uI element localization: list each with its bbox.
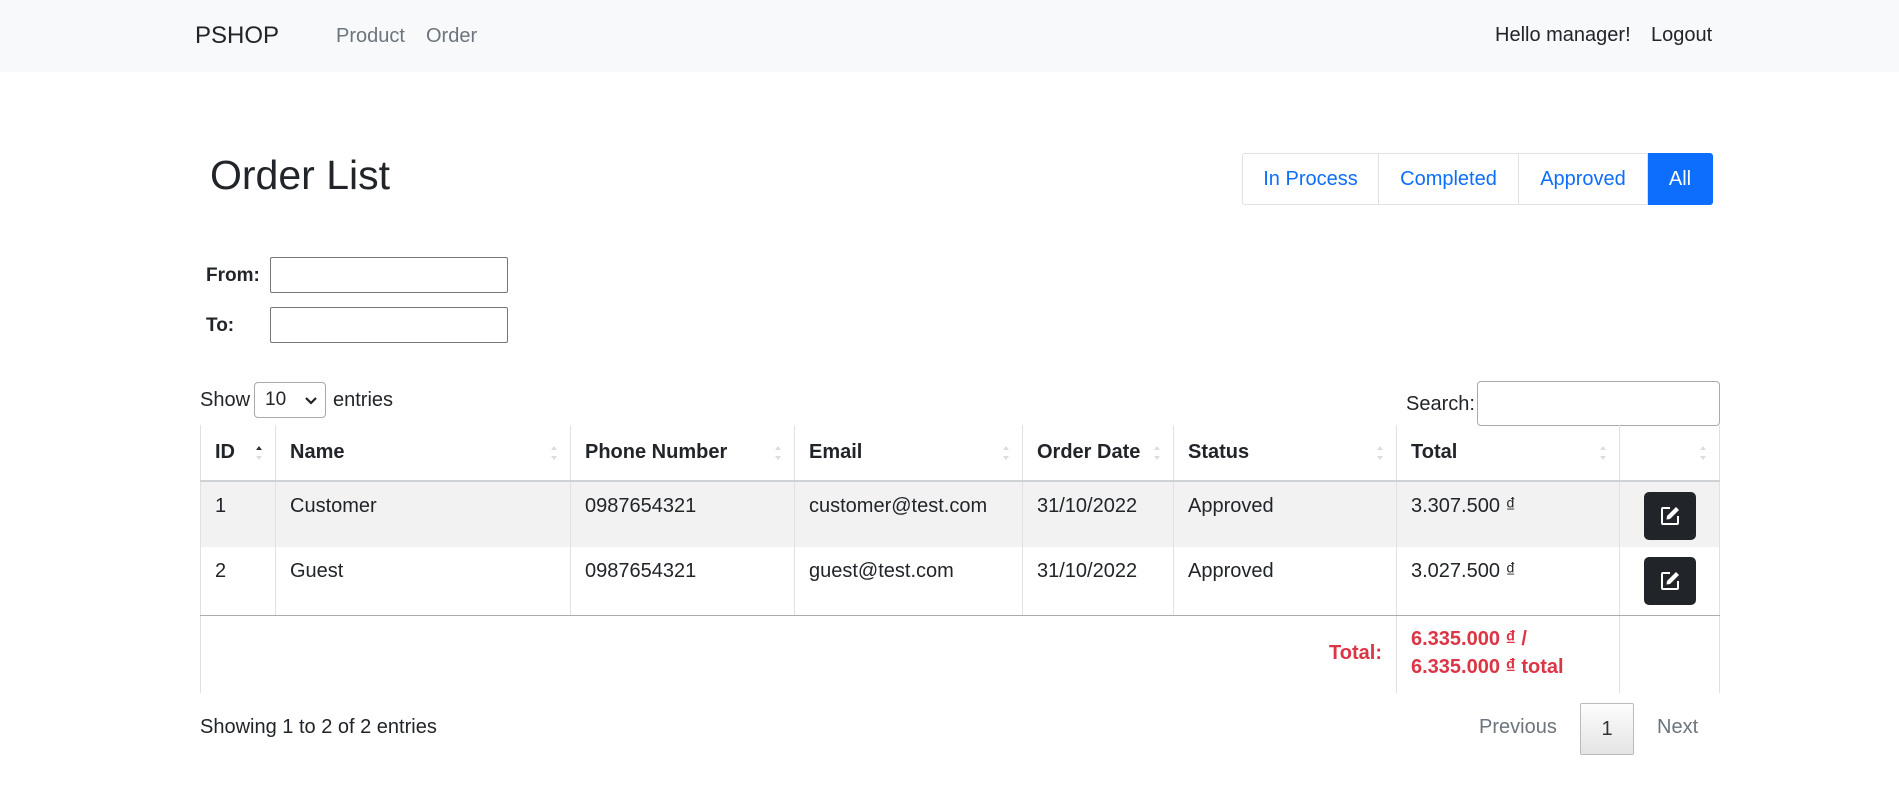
nav-link-product[interactable]: Product	[336, 25, 405, 48]
footer-total-line1: 6.335.000 ₫ /	[1411, 627, 1527, 650]
entries-label: entries	[333, 389, 394, 411]
cell-actions	[1619, 481, 1720, 547]
pagination-page-1[interactable]: 1	[1580, 703, 1634, 755]
page-length-value: 10	[265, 389, 287, 410]
brand-logo[interactable]: PSHOP	[195, 22, 279, 50]
sort-icon	[1600, 446, 1606, 460]
nav-link-order[interactable]: Order	[426, 25, 477, 48]
sort-asc-icon	[256, 446, 262, 460]
column-header-label: Phone Number	[585, 441, 728, 463]
status-filter-group: In Process Completed Approved All	[1242, 153, 1713, 205]
filter-in-process-button[interactable]: In Process	[1242, 153, 1379, 205]
cell-status: Approved	[1173, 481, 1397, 547]
column-header-actions[interactable]	[1619, 425, 1720, 482]
cell-status: Approved	[1173, 547, 1397, 616]
cell-id: 1	[200, 481, 276, 547]
date-from-input[interactable]	[270, 257, 508, 293]
filter-approved-button[interactable]: Approved	[1519, 153, 1648, 205]
cell-name: Customer	[275, 481, 571, 547]
table-row: 1 Customer 0987654321 customer@test.com …	[200, 481, 1720, 547]
table-info: Showing 1 to 2 of 2 entries	[200, 716, 437, 738]
cell-actions	[1619, 547, 1720, 616]
cell-total: 3.027.500 ₫	[1396, 547, 1620, 616]
filter-completed-button[interactable]: Completed	[1379, 153, 1519, 205]
cell-order-date: 31/10/2022	[1022, 547, 1174, 616]
column-header-label: Status	[1188, 441, 1250, 463]
date-from-label: From:	[206, 265, 260, 286]
sort-icon	[775, 446, 781, 460]
edit-icon	[1660, 572, 1679, 590]
orders-table: ID Name Phone Number Email Order Date St…	[200, 425, 1720, 693]
column-header-label: Order Date	[1037, 441, 1141, 463]
show-label: Show	[200, 389, 251, 411]
cell-order-date: 31/10/2022	[1022, 481, 1174, 547]
column-header-order-date[interactable]: Order Date	[1022, 425, 1174, 482]
sort-icon	[1154, 446, 1160, 460]
sort-icon	[551, 446, 557, 460]
sort-icon	[1003, 446, 1009, 460]
date-to-label: To:	[206, 315, 235, 336]
greeting-text: Hello manager!	[1495, 24, 1631, 46]
sort-icon	[1377, 446, 1383, 460]
column-header-phone[interactable]: Phone Number	[570, 425, 795, 482]
column-header-label: Name	[290, 441, 345, 463]
pagination-next[interactable]: Next	[1657, 716, 1698, 739]
sort-icon	[1700, 446, 1706, 460]
footer-empty-cell	[1619, 615, 1720, 693]
search-input[interactable]	[1477, 381, 1720, 426]
page-title: Order List	[210, 152, 390, 198]
edit-order-button[interactable]	[1643, 492, 1696, 540]
column-header-name[interactable]: Name	[275, 425, 571, 482]
cell-phone: 0987654321	[570, 481, 795, 547]
footer-total-label: Total:	[200, 615, 1397, 693]
date-to-input[interactable]	[270, 307, 508, 343]
cell-email: guest@test.com	[794, 547, 1023, 616]
column-header-id[interactable]: ID	[200, 425, 276, 482]
column-header-label: ID	[215, 441, 235, 463]
column-header-label: Total	[1411, 441, 1458, 463]
edit-icon	[1660, 507, 1679, 525]
table-footer-row: Total: 6.335.000 ₫ / 6.335.000 ₫ total	[200, 615, 1720, 693]
table-header-row: ID Name Phone Number Email Order Date St…	[200, 425, 1720, 482]
footer-total-line2: 6.335.000 ₫ total	[1411, 655, 1564, 678]
page-length-select[interactable]: 10	[254, 382, 326, 418]
column-header-total[interactable]: Total	[1396, 425, 1620, 482]
cell-email: customer@test.com	[794, 481, 1023, 547]
cell-total: 3.307.500 ₫	[1396, 481, 1620, 547]
filter-all-button[interactable]: All	[1648, 153, 1713, 205]
footer-total-value: 6.335.000 ₫ / 6.335.000 ₫ total	[1396, 615, 1620, 693]
edit-order-button[interactable]	[1643, 557, 1696, 605]
logout-link[interactable]: Logout	[1651, 24, 1712, 47]
column-header-label: Email	[809, 441, 863, 463]
chevron-down-icon	[305, 397, 317, 405]
pagination-previous[interactable]: Previous	[1479, 716, 1557, 739]
table-row: 2 Guest 0987654321 guest@test.com 31/10/…	[200, 547, 1720, 616]
column-header-email[interactable]: Email	[794, 425, 1023, 482]
cell-id: 2	[200, 547, 276, 616]
cell-phone: 0987654321	[570, 547, 795, 616]
search-label: Search:	[1406, 393, 1475, 415]
column-header-status[interactable]: Status	[1173, 425, 1397, 482]
navbar: PSHOP Product Order Hello manager! Logou…	[0, 0, 1899, 72]
cell-name: Guest	[275, 547, 571, 616]
